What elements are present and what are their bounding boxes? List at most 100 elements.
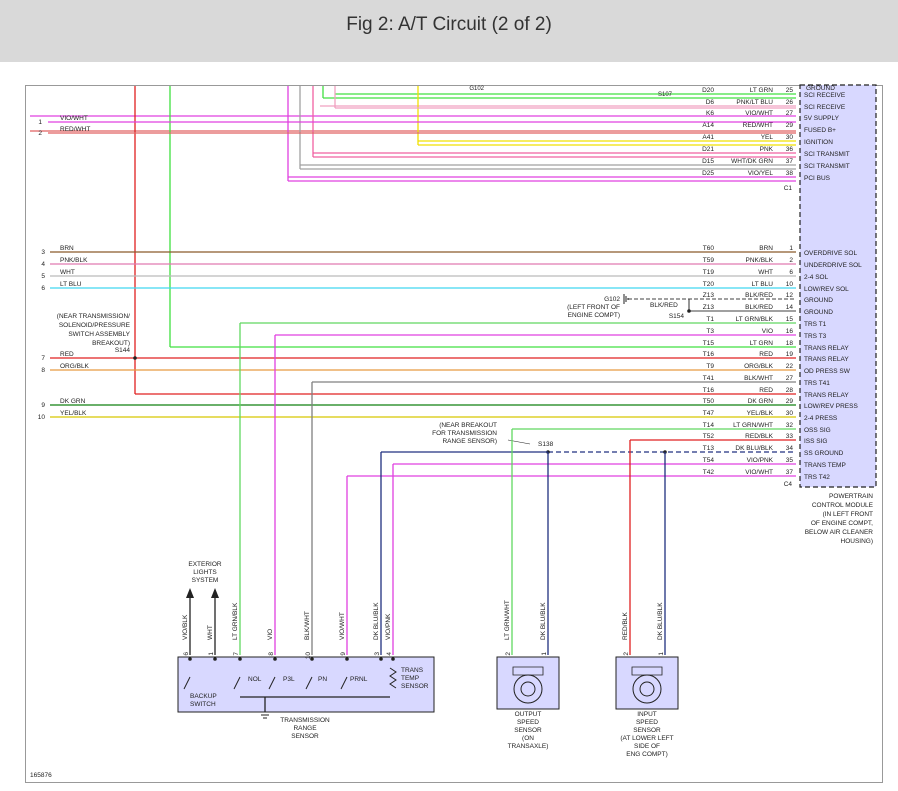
wire-color-label: ORG/BLK bbox=[744, 363, 774, 370]
iss-label: SENSOR bbox=[633, 727, 661, 734]
wire-color-label: YEL bbox=[761, 134, 774, 141]
pin-number: 15 bbox=[786, 316, 794, 323]
wire-code: D20 bbox=[702, 87, 714, 94]
wire-color-label: YEL/BLK bbox=[60, 410, 87, 417]
pcm-function-label: OVERDRIVE SOL bbox=[804, 250, 857, 257]
wire-color-label: VIO/WHT bbox=[60, 115, 88, 122]
pcm-label: BELOW AIR CLEANER bbox=[805, 529, 874, 536]
wire-color-label: RED/WHT bbox=[60, 126, 90, 133]
pin-number: 6 bbox=[789, 269, 793, 276]
wire-color-label: VIO/WHT bbox=[745, 110, 773, 117]
wire-color-label: DK BLU/BLK bbox=[735, 445, 773, 452]
wire-color-label: VIO/YEL bbox=[748, 170, 774, 177]
pin-number: 1 bbox=[789, 245, 793, 252]
pcm-function-label: IGNITION bbox=[804, 139, 833, 146]
pcm-function-label: GROUND bbox=[804, 297, 833, 304]
trs-position-label: PRNL bbox=[350, 676, 368, 683]
wire-color-label: DK BLU/BLK bbox=[657, 602, 664, 640]
wire-color-label: LT GRN bbox=[750, 340, 774, 347]
wire-code: T14 bbox=[703, 422, 715, 429]
wire-color-label: BRN bbox=[759, 245, 773, 252]
pcm-function-label: 5V SUPPLY bbox=[804, 115, 840, 122]
pcm-function-label: GROUND bbox=[804, 309, 833, 316]
exterior-lights-label: SYSTEM bbox=[192, 577, 219, 584]
exterior-lights-label: LIGHTS bbox=[193, 569, 217, 576]
wire-color-label: VIO/BLK bbox=[182, 614, 189, 640]
pcm-function-label: ISS SIG bbox=[804, 438, 827, 445]
ground-icon bbox=[259, 711, 271, 719]
pin-number: 6 bbox=[183, 652, 190, 656]
wire-code: T41 bbox=[703, 375, 715, 382]
wire-color-label: PNK/LT BLU bbox=[736, 99, 773, 106]
pcm-function-label: TRS T3 bbox=[804, 333, 827, 340]
wire-code: T59 bbox=[703, 257, 715, 264]
wire-color-label: PNK bbox=[760, 146, 774, 153]
pin-number: 19 bbox=[786, 351, 794, 358]
pin-number: 1 bbox=[541, 652, 548, 656]
backup-switch-label: BACKUP bbox=[190, 693, 217, 700]
trs-label: SENSOR bbox=[291, 733, 319, 740]
oss-label: (ON bbox=[522, 735, 534, 742]
splice-note: SWITCH ASSEMBLY bbox=[68, 331, 130, 338]
pcm-label: OF ENGINE COMPT, bbox=[811, 520, 873, 527]
splice-note: SOLENOID/PRESSURE bbox=[59, 322, 131, 329]
pin-number: 1 bbox=[658, 652, 665, 656]
pin-number: 30 bbox=[786, 134, 794, 141]
wire-color-label: BRN bbox=[60, 245, 74, 252]
pcm-function-label: SCI TRANSMIT bbox=[804, 151, 850, 158]
wire-color-label: VIO/PNK bbox=[385, 613, 392, 640]
iss-label: SPEED bbox=[636, 719, 658, 726]
pin-number: 2 bbox=[505, 652, 512, 656]
wire-code: D25 bbox=[702, 170, 714, 177]
pin-number: 1 bbox=[208, 652, 215, 656]
wire-code: T47 bbox=[703, 410, 715, 417]
pcm-function-label: 2-4 SOL bbox=[804, 274, 829, 281]
oss-label: TRANSAXLE) bbox=[508, 743, 549, 750]
splice-note: (LEFT FRONT OF bbox=[567, 304, 620, 311]
pin-number: 38 bbox=[786, 170, 794, 177]
pcm-function-label: OSS SIG bbox=[804, 427, 831, 434]
pcm-label: HOUSING) bbox=[841, 538, 874, 545]
oss-label: OUTPUT bbox=[515, 711, 542, 718]
pin-number: 27 bbox=[786, 110, 794, 117]
wire-code: T3 bbox=[706, 328, 714, 335]
connector-pin bbox=[391, 657, 395, 661]
pcm-function-label: SCI RECEIVE bbox=[804, 104, 846, 111]
wire-code: D6 bbox=[706, 99, 715, 106]
trs-position-label: NOL bbox=[248, 676, 262, 683]
trs-position-label: PN bbox=[318, 676, 327, 683]
pcm-function-label: FUSED B+ bbox=[804, 127, 836, 134]
wire-code: D21 bbox=[702, 146, 714, 153]
wire-color-label: RED/WHT bbox=[743, 122, 773, 129]
splice-label: S138 bbox=[538, 441, 554, 448]
splice-label: G102 bbox=[604, 296, 620, 303]
pcm-function-label: TRS T1 bbox=[804, 321, 827, 328]
exterior-lights-label: EXTERIOR bbox=[188, 561, 222, 568]
pin-number: 28 bbox=[786, 387, 794, 394]
splice-s154 bbox=[687, 309, 691, 313]
pcm-function-label: SCI TRANSMIT bbox=[804, 163, 850, 170]
wire-color-label: WHT bbox=[207, 625, 214, 640]
wire-code: T15 bbox=[703, 340, 715, 347]
pcm-function-label: TRS T42 bbox=[804, 474, 830, 481]
wire-code: T42 bbox=[703, 469, 715, 476]
pin-number: 35 bbox=[786, 457, 794, 464]
splice-label: S107 bbox=[658, 92, 673, 98]
pcm-function-label: TRANS RELAY bbox=[804, 392, 849, 399]
wire-color-label: BLK/RED bbox=[745, 304, 773, 311]
pin-number: 10 bbox=[786, 281, 794, 288]
iss-label: ENG COMPT) bbox=[626, 751, 668, 758]
wire-color-label: RED/BLK bbox=[745, 433, 773, 440]
pcm-function-label: 2-4 PRESS bbox=[804, 415, 838, 422]
wire-color-label: WHT bbox=[60, 269, 75, 276]
trs-label: TRANSMISSION bbox=[280, 717, 330, 724]
wire-code: T50 bbox=[703, 398, 715, 405]
wire-number: 2 bbox=[38, 130, 42, 137]
wire-color-label: LT BLU bbox=[752, 281, 774, 288]
pcm-label: POWERTRAIN bbox=[829, 493, 873, 500]
wire-code: T1 bbox=[706, 316, 714, 323]
pcm-function-label: GROUND bbox=[806, 85, 835, 92]
wire-code: T20 bbox=[703, 281, 715, 288]
wire-code: K6 bbox=[706, 110, 714, 117]
pcm-function-label: OD PRESS SW bbox=[804, 368, 851, 375]
